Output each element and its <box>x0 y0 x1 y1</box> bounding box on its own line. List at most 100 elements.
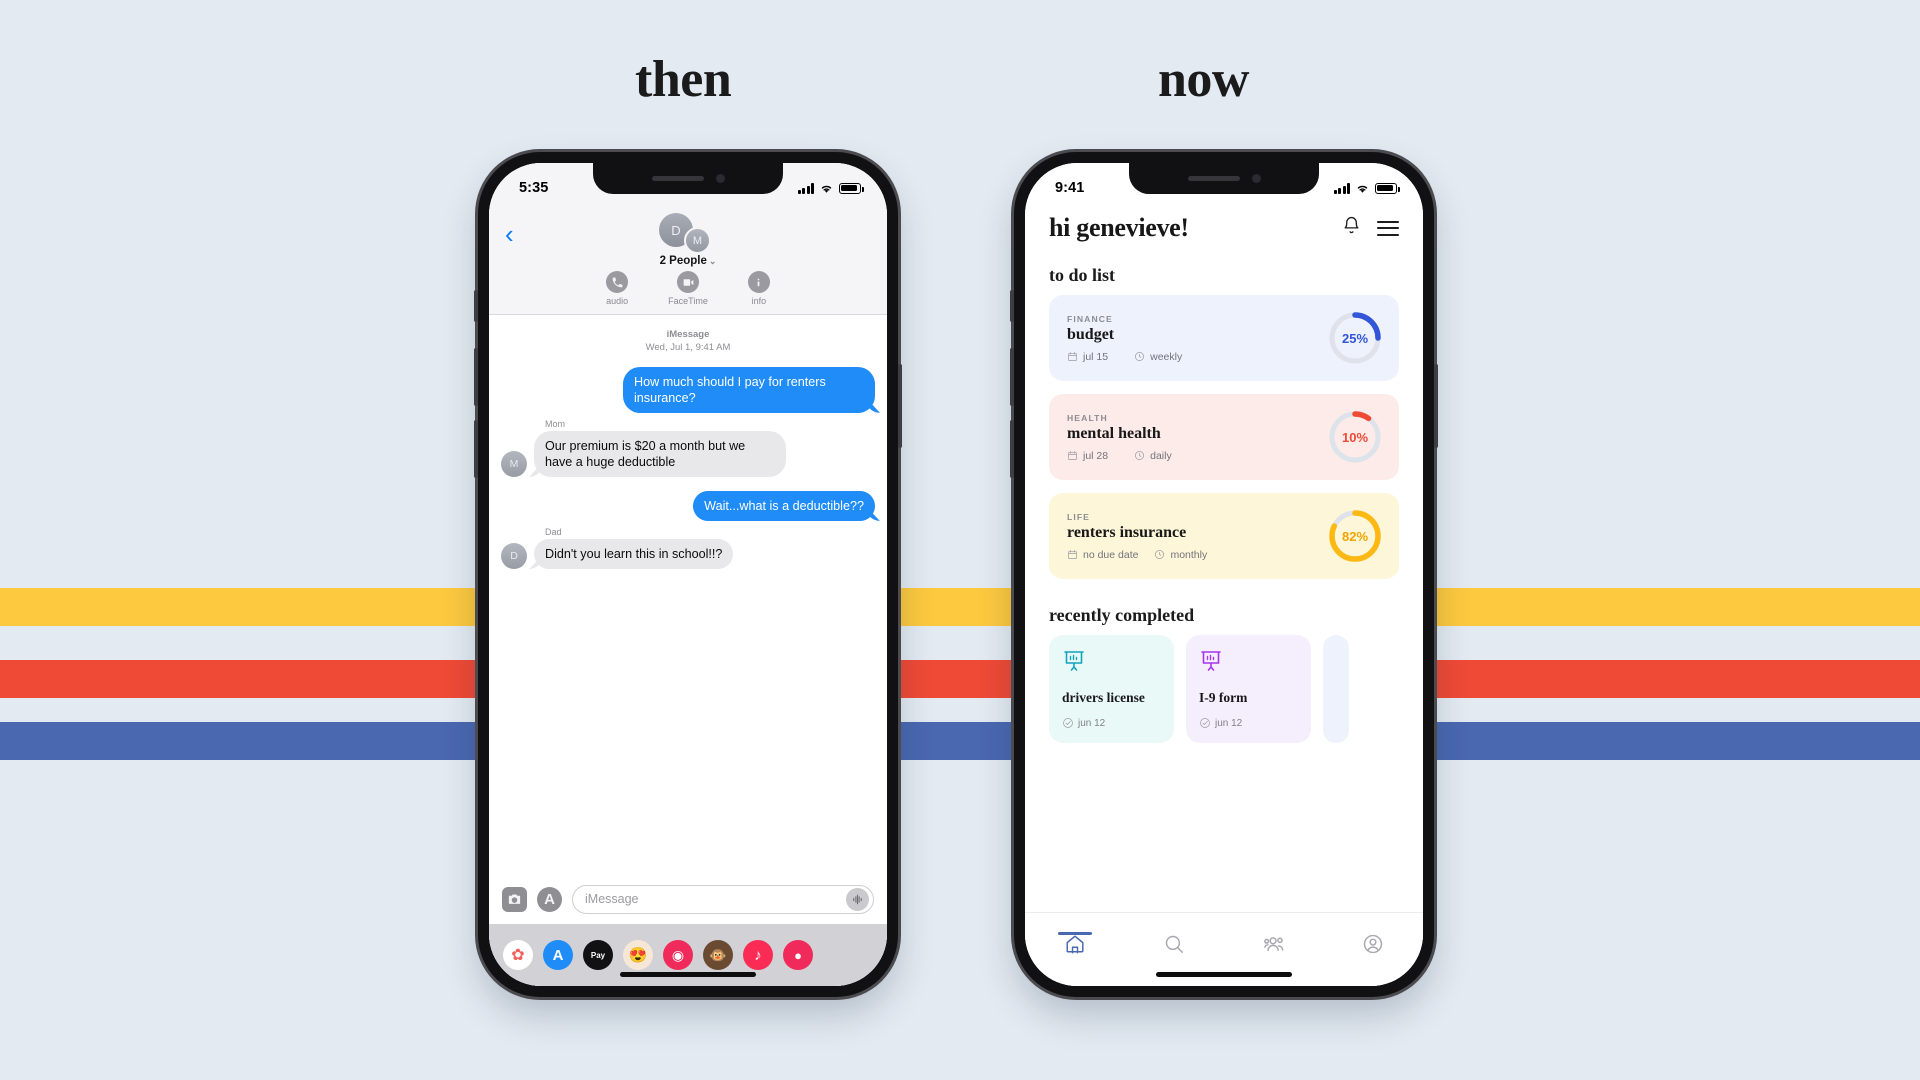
cellular-bars-icon <box>797 182 814 194</box>
info-button[interactable]: info <box>747 271 770 306</box>
power-button[interactable] <box>1434 364 1438 448</box>
completed-card-next[interactable] <box>1323 635 1349 743</box>
battery-icon <box>1375 182 1400 194</box>
conversation-avatars[interactable]: D M <box>651 213 725 259</box>
check-circle-icon <box>1200 718 1210 728</box>
app-store-icon[interactable]: A <box>537 886 562 912</box>
people-count-button[interactable]: 2 People ⌄ <box>660 255 717 267</box>
completed-card-list[interactable]: drivers license jun 12 I-9 form jun 12 <box>1025 635 1423 743</box>
audio-label: audio <box>606 296 629 306</box>
stripe-yellow <box>0 588 1920 626</box>
completed-date: jun 12 <box>1199 717 1298 729</box>
camera-icon[interactable] <box>502 886 527 912</box>
phone-icon <box>606 271 629 293</box>
volume-up-button[interactable] <box>474 348 478 406</box>
tab-people[interactable] <box>1224 933 1324 967</box>
cellular-bars-icon <box>1333 182 1350 194</box>
profile-icon <box>1364 934 1383 953</box>
home-indicator <box>620 972 756 977</box>
imessage-footer: A iMessage ✿ A Pay 😍 ◉ 🐵 ♪ ● <box>489 874 887 986</box>
more-app-icon[interactable]: ● <box>783 940 813 970</box>
audio-waveform-icon[interactable] <box>846 887 869 911</box>
completed-name: drivers license <box>1062 689 1145 705</box>
imessage-input[interactable]: iMessage <box>572 884 874 914</box>
clock-icon <box>1135 451 1145 460</box>
avatar-mom: M <box>684 227 711 254</box>
message-bubble-incoming[interactable]: Didn't you learn this in school!!? <box>534 539 734 570</box>
conversation-meta: iMessage Wed, Jul 1, 9:41 AM <box>501 329 875 355</box>
battery-icon <box>839 182 864 194</box>
speaker-grille <box>651 176 704 181</box>
task-frequency: daily <box>1134 450 1172 462</box>
video-icon <box>677 271 700 293</box>
info-icon <box>747 271 770 293</box>
message-bubble-incoming[interactable]: Our premium is $20 a month but we have a… <box>534 430 786 478</box>
silence-switch[interactable] <box>1010 290 1014 322</box>
task-category: HEALTH <box>1067 412 1108 423</box>
message-bubble-outgoing[interactable]: How much should I pay for renters insura… <box>623 366 875 413</box>
front-camera <box>1251 174 1261 183</box>
message-row: Wait...what is a deductible?? <box>501 491 875 522</box>
phone-mockup-then: 5:35 ‹ D M 2 People ⌄ audio FaceTime inf… <box>474 152 902 997</box>
volume-down-button[interactable] <box>1010 420 1014 478</box>
imessage-screen: 5:35 ‹ D M 2 People ⌄ audio FaceTime inf… <box>489 163 887 986</box>
tab-profile[interactable] <box>1324 933 1424 967</box>
volume-down-button[interactable] <box>474 420 478 478</box>
back-button[interactable]: ‹ <box>505 221 514 247</box>
stripe-red <box>0 660 1920 698</box>
power-button[interactable] <box>898 364 902 448</box>
task-card-budget[interactable]: FINANCE budget jul 15 weekly 25% <box>1049 295 1399 381</box>
tab-search[interactable] <box>1125 933 1225 967</box>
todo-app-screen: 9:41 hi genevieve! to do list FINANCE bu… <box>1025 163 1423 986</box>
section-title-completed: recently completed <box>1049 605 1195 625</box>
tab-home[interactable] <box>1025 933 1125 967</box>
home-indicator <box>1156 972 1292 977</box>
task-frequency: monthly <box>1154 549 1207 561</box>
avatar-mom: M <box>501 451 527 478</box>
completed-card-i9-form[interactable]: I-9 form jun 12 <box>1186 635 1311 743</box>
presentation-chart-icon <box>1062 649 1161 678</box>
image-search-app-icon[interactable]: ◉ <box>663 940 693 970</box>
volume-up-button[interactable] <box>1010 348 1014 406</box>
presentation-chart-icon <box>1199 649 1298 678</box>
hamburger-menu-icon[interactable] <box>1377 220 1399 236</box>
silence-switch[interactable] <box>474 290 478 322</box>
task-category: FINANCE <box>1067 313 1113 324</box>
photos-app-icon[interactable]: ✿ <box>503 940 533 970</box>
imessage-placeholder: iMessage <box>585 892 639 906</box>
status-time: 9:41 <box>1055 180 1085 196</box>
completed-date: jun 12 <box>1062 717 1161 729</box>
front-camera <box>715 174 725 183</box>
completed-card-drivers-license[interactable]: drivers license jun 12 <box>1049 635 1174 743</box>
bell-icon[interactable] <box>1342 216 1361 240</box>
app-store-app-icon[interactable]: A <box>543 940 573 970</box>
memoji-app-icon[interactable]: 😍 <box>623 940 653 970</box>
facetime-button[interactable]: FaceTime <box>668 271 708 306</box>
avatar-dad: D <box>501 543 527 570</box>
task-card-renters-insurance[interactable]: LIFE renters insurance no due date month… <box>1049 493 1399 579</box>
facetime-label: FaceTime <box>668 296 708 306</box>
page-title: hi genevieve! <box>1049 213 1189 242</box>
phone-mockup-now: 9:41 hi genevieve! to do list FINANCE bu… <box>1010 152 1438 997</box>
sender-name-dad: Dad <box>545 527 562 538</box>
sender-name-mom: Mom <box>545 418 565 429</box>
task-card-mental-health[interactable]: HEALTH mental health jul 28 daily 10% <box>1049 394 1399 480</box>
conversation-body[interactable]: iMessage Wed, Jul 1, 9:41 AM How much sh… <box>489 315 887 874</box>
wifi-icon <box>821 185 832 193</box>
conversation-timestamp: Wed, Jul 1, 9:41 AM <box>645 341 731 353</box>
apple-pay-app-icon[interactable]: Pay <box>583 940 613 970</box>
message-row: How much should I pay for renters insura… <box>501 366 875 413</box>
notch <box>1129 163 1319 194</box>
message-bubble-outgoing[interactable]: Wait...what is a deductible?? <box>693 491 875 522</box>
task-due-date: jul 28 <box>1067 450 1108 462</box>
progress-percent: 10% <box>1341 429 1369 445</box>
music-app-icon[interactable]: ♪ <box>743 940 773 970</box>
animoji-app-icon[interactable]: 🐵 <box>703 940 733 970</box>
progress-percent: 25% <box>1341 330 1369 346</box>
calendar-icon <box>1068 451 1077 460</box>
status-time: 5:35 <box>519 180 549 196</box>
speaker-grille <box>1187 176 1240 181</box>
audio-call-button[interactable]: audio <box>606 271 628 306</box>
chevron-down-icon: ⌄ <box>708 256 717 266</box>
progress-percent: 82% <box>1341 528 1369 544</box>
